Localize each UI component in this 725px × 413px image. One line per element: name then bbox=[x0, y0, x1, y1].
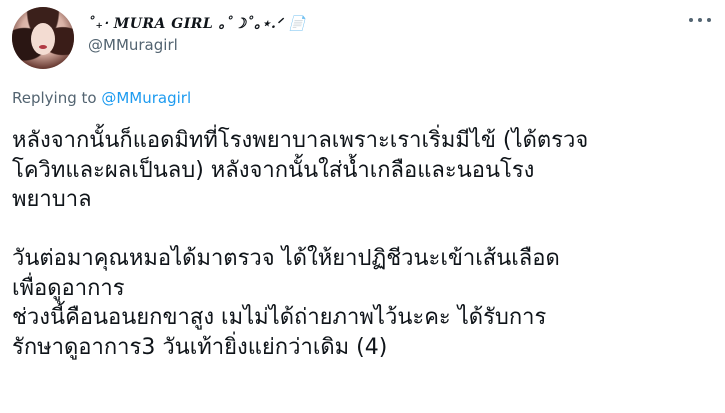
more-dot bbox=[698, 18, 702, 22]
more-dot bbox=[707, 18, 711, 22]
tweet-text: หลังจากนั้นก็แอดมิทที่โรงพยาบาลเพราะเราเ… bbox=[12, 126, 712, 362]
replying-to-label: Replying to bbox=[12, 89, 102, 107]
more-options-icon[interactable] bbox=[689, 12, 711, 28]
more-dot bbox=[689, 18, 693, 22]
tweet-card: ˚₊‧ MURA GIRL ｡˚☽˚｡⋆.ᐟ 📄 @MMuragirl Repl… bbox=[0, 0, 725, 413]
avatar-face bbox=[31, 23, 55, 55]
tweet-paragraph: หลังจากนั้นก็แอดมิทที่โรงพยาบาลเพราะเราเ… bbox=[12, 128, 589, 212]
tweet-paragraph: วันต่อมาคุณหมอได้มาตรวจ ได้ให้ยาปฏิชีวนะ… bbox=[12, 246, 560, 360]
replying-to: Replying to @MMuragirl bbox=[12, 89, 191, 107]
avatar[interactable] bbox=[12, 7, 74, 69]
replying-to-mention-link[interactable]: @MMuragirl bbox=[101, 89, 191, 107]
tweet-paragraph bbox=[12, 215, 712, 245]
avatar-lips bbox=[39, 45, 47, 49]
author-handle[interactable]: @MMuragirl bbox=[88, 36, 178, 54]
author-display-name[interactable]: ˚₊‧ MURA GIRL ｡˚☽˚｡⋆.ᐟ 📄 bbox=[88, 13, 306, 33]
